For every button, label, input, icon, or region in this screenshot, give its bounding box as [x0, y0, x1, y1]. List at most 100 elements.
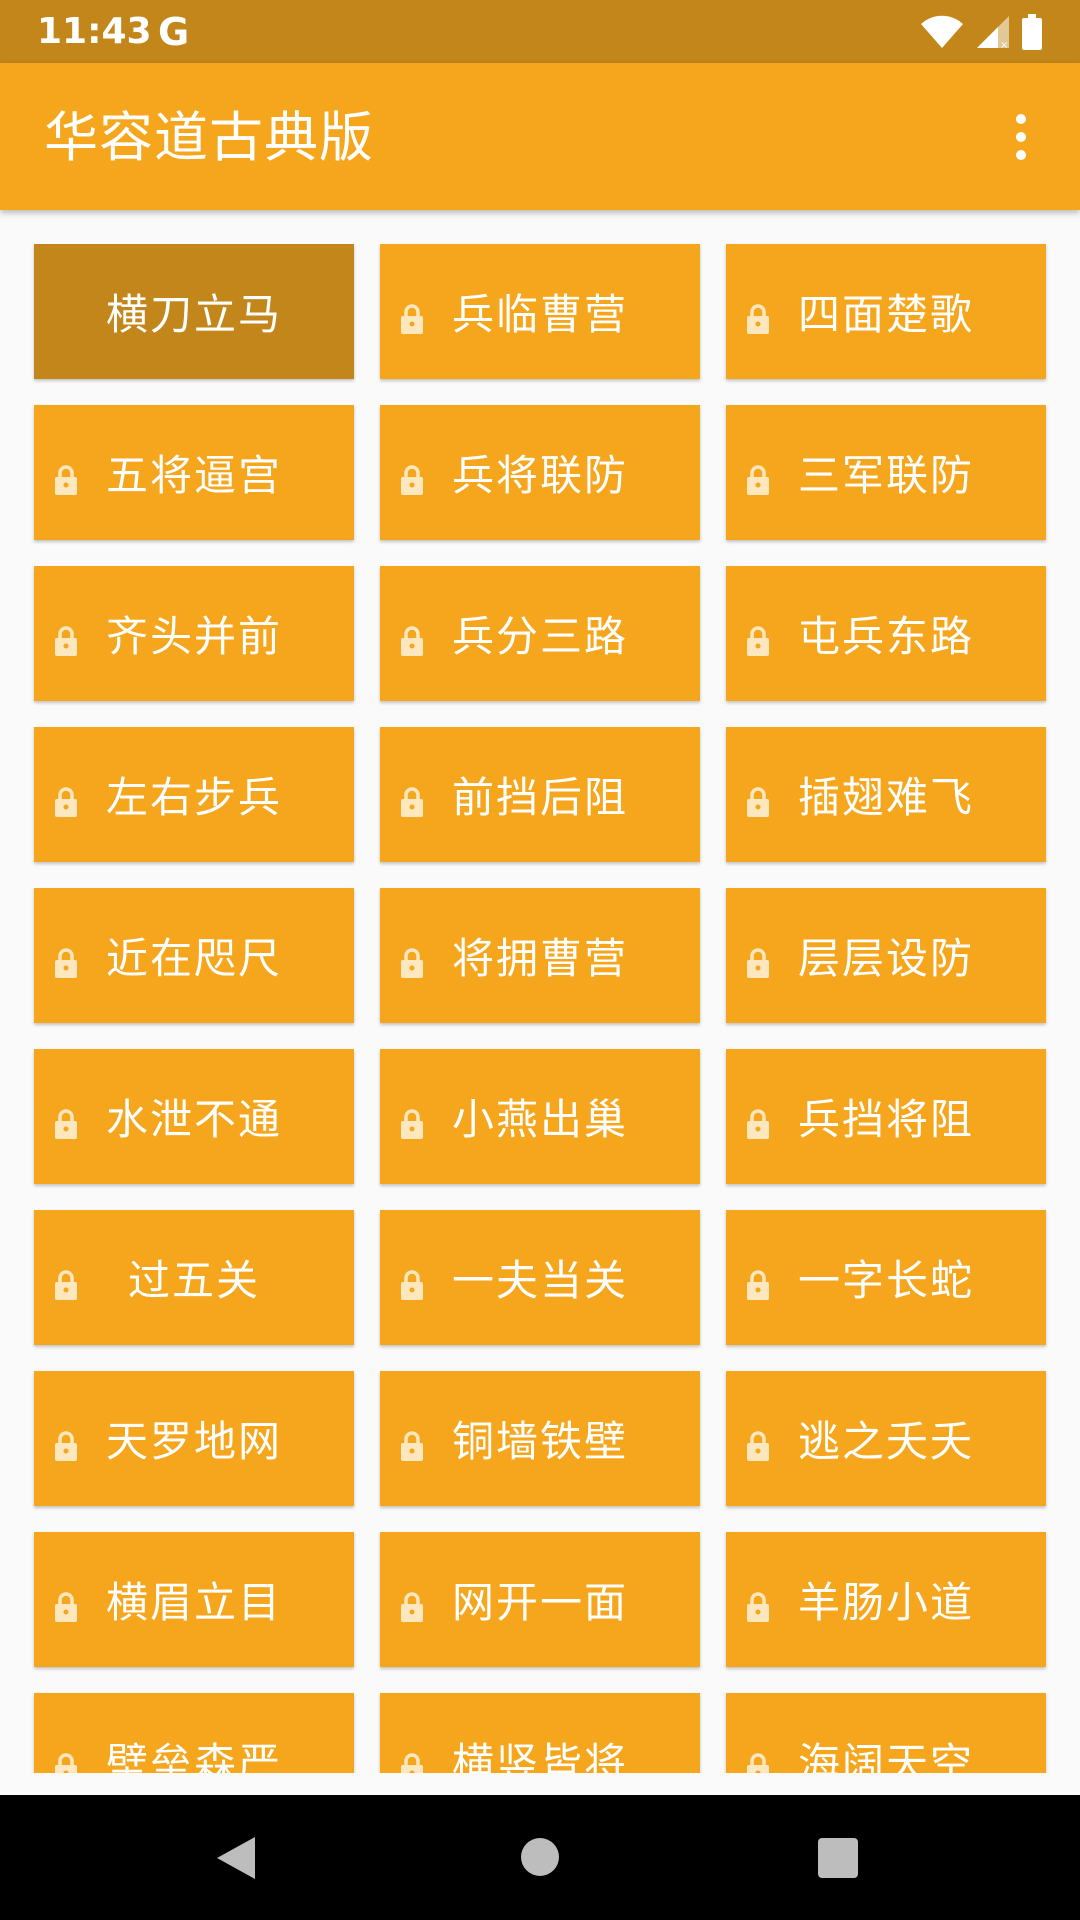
level-button[interactable]: 左右步兵: [34, 727, 354, 862]
level-label: 横竖皆将: [451, 1739, 628, 1773]
level-label: 五将逼宫: [105, 451, 282, 500]
level-button[interactable]: 羊肠小道: [726, 1532, 1046, 1667]
level-label: 一夫当关: [451, 1256, 628, 1305]
lock-icon: [745, 1101, 771, 1139]
level-button[interactable]: 兵挡将阻: [726, 1049, 1046, 1184]
lock-icon: [399, 1101, 425, 1139]
level-button[interactable]: 兵将联防: [380, 405, 700, 540]
level-button[interactable]: 横刀立马: [34, 244, 354, 379]
level-label: 一字长蛇: [797, 1256, 974, 1305]
level-label: 四面楚歌: [797, 290, 974, 339]
level-button[interactable]: 一夫当关: [380, 1210, 700, 1345]
lock-icon: [745, 296, 771, 334]
lock-icon: [53, 1745, 79, 1773]
lock-icon: [53, 1262, 79, 1300]
lock-icon: [53, 940, 79, 978]
level-label: 天罗地网: [105, 1417, 282, 1466]
level-label: 水泄不通: [105, 1095, 282, 1144]
level-button[interactable]: 兵分三路: [380, 566, 700, 701]
app-bar: 华容道古典版: [0, 63, 1080, 210]
svg-text:×: ×: [1000, 40, 1008, 49]
lock-icon: [399, 618, 425, 656]
level-label: 铜墙铁壁: [451, 1417, 628, 1466]
level-button[interactable]: 前挡后阻: [380, 727, 700, 862]
lock-icon: [53, 1584, 79, 1622]
level-label: 将拥曹营: [451, 934, 628, 983]
level-label: 兵挡将阻: [797, 1095, 974, 1144]
wifi-icon: [921, 15, 963, 48]
battery-icon: [1022, 14, 1042, 50]
signal-icon: ×: [977, 16, 1009, 49]
level-label: 前挡后阻: [451, 773, 628, 822]
level-button[interactable]: 一字长蛇: [726, 1210, 1046, 1345]
level-button[interactable]: 齐头并前: [34, 566, 354, 701]
level-button[interactable]: 将拥曹营: [380, 888, 700, 1023]
level-button[interactable]: 层层设防: [726, 888, 1046, 1023]
lock-icon: [745, 457, 771, 495]
level-label: 层层设防: [797, 934, 974, 983]
level-label: 壁垒森严: [105, 1739, 282, 1773]
lock-icon: [745, 618, 771, 656]
level-button[interactable]: 水泄不通: [34, 1049, 354, 1184]
app-title: 华容道古典版: [44, 106, 374, 169]
recents-icon[interactable]: [818, 1838, 858, 1878]
level-label: 小燕出巢: [451, 1095, 628, 1144]
level-button[interactable]: 屯兵东路: [726, 566, 1046, 701]
lock-icon: [745, 1262, 771, 1300]
lock-icon: [745, 940, 771, 978]
level-label: 羊肠小道: [797, 1578, 974, 1627]
more-vert-icon[interactable]: [986, 101, 1056, 173]
lock-icon: [399, 1423, 425, 1461]
lock-icon: [53, 1423, 79, 1461]
level-button[interactable]: 逃之夭夭: [726, 1371, 1046, 1506]
level-button[interactable]: 过五关: [34, 1210, 354, 1345]
level-label: 插翅难飞: [797, 773, 974, 822]
level-button[interactable]: 插翅难飞: [726, 727, 1046, 862]
google-icon: G: [158, 10, 190, 54]
lock-icon: [399, 779, 425, 817]
level-button[interactable]: 兵临曹营: [380, 244, 700, 379]
lock-icon: [53, 457, 79, 495]
status-bar: 11:43 G ×: [0, 0, 1080, 63]
lock-icon: [745, 1745, 771, 1773]
lock-icon: [53, 779, 79, 817]
level-button[interactable]: 五将逼宫: [34, 405, 354, 540]
level-label: 海阔天空: [797, 1739, 974, 1773]
level-label: 齐头并前: [105, 612, 282, 661]
level-button[interactable]: 网开一面: [380, 1532, 700, 1667]
status-time: 11:43: [37, 11, 152, 52]
level-button[interactable]: 四面楚歌: [726, 244, 1046, 379]
lock-icon: [399, 457, 425, 495]
level-label: 兵临曹营: [451, 290, 628, 339]
lock-icon: [399, 940, 425, 978]
navigation-bar: [0, 1795, 1080, 1920]
lock-icon: [399, 296, 425, 334]
level-label: 近在咫尺: [105, 934, 282, 983]
level-button[interactable]: 小燕出巢: [380, 1049, 700, 1184]
level-button[interactable]: 壁垒森严: [34, 1693, 354, 1773]
level-label: 横刀立马: [105, 290, 282, 339]
level-button[interactable]: 三军联防: [726, 405, 1046, 540]
level-button[interactable]: 海阔天空: [726, 1693, 1046, 1773]
lock-icon: [53, 1101, 79, 1139]
level-label: 过五关: [127, 1256, 260, 1305]
level-label: 屯兵东路: [797, 612, 974, 661]
home-icon[interactable]: [521, 1838, 559, 1876]
level-label: 三军联防: [797, 451, 974, 500]
level-label: 左右步兵: [105, 773, 282, 822]
lock-icon: [399, 1584, 425, 1622]
level-grid: 横刀立马 兵临曹营 四面楚歌五将逼宫 兵将联防 三军联防齐头并前 兵分三路 屯兵东路左右步兵…: [34, 244, 1046, 1773]
lock-icon: [53, 618, 79, 656]
level-button[interactable]: 天罗地网: [34, 1371, 354, 1506]
level-button[interactable]: 近在咫尺: [34, 888, 354, 1023]
level-button[interactable]: 横竖皆将: [380, 1693, 700, 1773]
lock-icon: [399, 1262, 425, 1300]
level-label: 兵将联防: [451, 451, 628, 500]
level-button[interactable]: 铜墙铁壁: [380, 1371, 700, 1506]
status-icons: ×: [920, 12, 1042, 52]
lock-icon: [745, 779, 771, 817]
level-button[interactable]: 横眉立目: [34, 1532, 354, 1667]
level-list[interactable]: 横刀立马 兵临曹营 四面楚歌五将逼宫 兵将联防 三军联防齐头并前 兵分三路 屯兵东路左右步兵…: [0, 210, 1080, 1773]
lock-icon: [399, 1745, 425, 1773]
back-icon[interactable]: [215, 1835, 257, 1881]
